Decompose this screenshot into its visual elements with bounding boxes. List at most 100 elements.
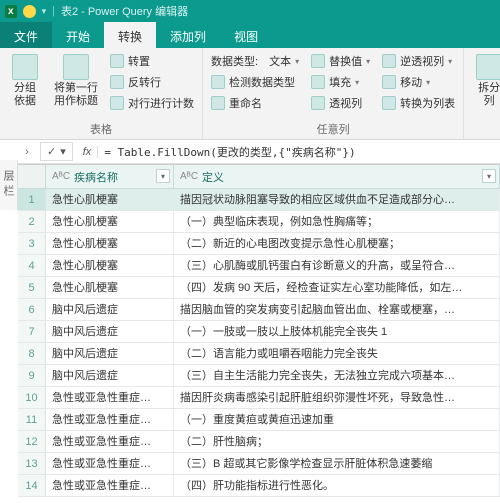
move-button[interactable]: 移动▾ (380, 73, 457, 91)
cell-name[interactable]: 脑中风后遗症 (46, 343, 174, 364)
formula-text[interactable]: = Table.FillDown(更改的类型,{"疾病名称"}) (104, 144, 500, 160)
row-header[interactable]: 5 (18, 277, 46, 298)
table-row[interactable]: 14急性或亚急性重症…（四）肝功能指标进行性恶化。 (18, 475, 500, 497)
table-row[interactable]: 9脑中风后遗症（三）自主生活能力完全丧失，无法独立完成六项基本… (18, 365, 500, 387)
split-icon (476, 54, 500, 80)
cell-def[interactable]: （四）发病 90 天后，经检查证实左心室功能降低，如左… (174, 277, 500, 298)
table-row[interactable]: 13急性或亚急性重症…（三）B 超或其它影像学检查显示肝脏体积急速萎缩 (18, 453, 500, 475)
detect-type-button[interactable]: 检测数据类型 (209, 73, 301, 91)
cell-def[interactable]: （一）典型临床表现，例如急性胸痛等； (174, 211, 500, 232)
menu-addcolumn[interactable]: 添加列 (156, 22, 220, 48)
cell-def[interactable]: 描因脑血管的突发病变引起脑血管出血、栓塞或梗塞，… (174, 299, 500, 320)
table-row[interactable]: 4急性心肌梗塞（三）心肌酶或肌钙蛋白有诊断意义的升高，或呈符合… (18, 255, 500, 277)
nav-chevron-icon[interactable]: › (18, 146, 36, 158)
grid-corner[interactable] (18, 165, 46, 188)
table-row[interactable]: 10急性或亚急性重症…描因肝炎病毒感染引起肝脏组织弥漫性坏死，导致急性… (18, 387, 500, 409)
cell-name[interactable]: 脑中风后遗症 (46, 365, 174, 386)
cell-def[interactable]: （三）心肌酶或肌钙蛋白有诊断意义的升高，或呈符合… (174, 255, 500, 276)
table-row[interactable]: 5急性心肌梗塞（四）发病 90 天后，经检查证实左心室功能降低，如左… (18, 277, 500, 299)
cell-def[interactable]: （二）语言能力或咀嚼吞咽能力完全丧失 (174, 343, 500, 364)
col-header-name[interactable]: AᴮC 疾病名称 ▾ (46, 165, 174, 188)
cell-name[interactable]: 脑中风后遗症 (46, 321, 174, 342)
ribbon: 分组 依据 将第一行 用作标题 转置 反转行 对行进行计数 表格 数据类型: 文… (0, 48, 500, 140)
cell-def[interactable]: （二）肝性脑病； (174, 431, 500, 452)
menu-file[interactable]: 文件 (0, 22, 52, 48)
row-header[interactable]: 1 (18, 189, 46, 210)
row-header[interactable]: 7 (18, 321, 46, 342)
replace-value-button[interactable]: 替换值▾ (309, 52, 372, 70)
use-first-row-button[interactable]: 将第一行 用作标题 (52, 52, 100, 110)
transpose-icon (110, 54, 124, 68)
menu-start[interactable]: 开始 (52, 22, 104, 48)
table-row[interactable]: 3急性心肌梗塞（二）新近的心电图改变提示急性心肌梗塞； (18, 233, 500, 255)
row-header[interactable]: 12 (18, 431, 46, 452)
data-grid: AᴮC 疾病名称 ▾ AᴮC 定义 ▾ 1急性心肌梗塞描因冠状动脉阻塞导致的相应… (18, 164, 500, 497)
tolist-icon (382, 96, 396, 110)
menu-view[interactable]: 视图 (220, 22, 272, 48)
count-rows-button[interactable]: 对行进行计数 (108, 94, 196, 112)
cell-name[interactable]: 急性心肌梗塞 (46, 255, 174, 276)
menu-transform[interactable]: 转换 (104, 22, 156, 48)
table-row[interactable]: 7脑中风后遗症（一）一肢或一肢以上肢体机能完全丧失 1 (18, 321, 500, 343)
cell-name[interactable]: 急性或亚急性重症… (46, 431, 174, 452)
cell-def[interactable]: （二）新近的心电图改变提示急性心肌梗塞； (174, 233, 500, 254)
cell-name[interactable]: 急性心肌梗塞 (46, 189, 174, 210)
cell-def[interactable]: （四）肝功能指标进行性恶化。 (174, 475, 500, 496)
row-header[interactable]: 14 (18, 475, 46, 496)
cell-name[interactable]: 急性心肌梗塞 (46, 233, 174, 254)
filter-dropdown-icon[interactable]: ▾ (156, 169, 170, 183)
formula-bar: › ✓▾ fx = Table.FillDown(更改的类型,{"疾病名称"}) (18, 140, 500, 164)
tolist-button[interactable]: 转换为列表 (380, 94, 457, 112)
cell-name[interactable]: 脑中风后遗症 (46, 299, 174, 320)
window-title: 表2 - Power Query 编辑器 (61, 3, 188, 19)
ribbon-group-table: 分组 依据 将第一行 用作标题 转置 反转行 对行进行计数 表格 (0, 48, 203, 139)
split-col-button[interactable]: 拆分 列 (470, 52, 500, 110)
unpivot-button[interactable]: 逆透视列▾ (380, 52, 457, 70)
cell-name[interactable]: 急性或亚急性重症… (46, 453, 174, 474)
row-header[interactable]: 10 (18, 387, 46, 408)
cell-name[interactable]: 急性心肌梗塞 (46, 211, 174, 232)
table-row[interactable]: 1急性心肌梗塞描因冠状动脉阻塞导致的相应区域供血不足造成部分心… (18, 189, 500, 211)
datatype-button[interactable]: 数据类型: 文本▾ (209, 52, 301, 70)
cell-name[interactable]: 急性或亚急性重症… (46, 387, 174, 408)
row-header[interactable]: 13 (18, 453, 46, 474)
table-row[interactable]: 8脑中风后遗症（二）语言能力或咀嚼吞咽能力完全丧失 (18, 343, 500, 365)
row-header[interactable]: 8 (18, 343, 46, 364)
cell-def[interactable]: 描因肝炎病毒感染引起肝脏组织弥漫性坏死，导致急性… (174, 387, 500, 408)
grid-header: AᴮC 疾病名称 ▾ AᴮC 定义 ▾ (18, 165, 500, 189)
filter-dropdown-icon[interactable]: ▾ (482, 169, 496, 183)
row-header[interactable]: 3 (18, 233, 46, 254)
excel-icon: x (5, 5, 17, 18)
table-row[interactable]: 2急性心肌梗塞（一）典型临床表现，例如急性胸痛等； (18, 211, 500, 233)
cell-def[interactable]: （一）一肢或一肢以上肢体机能完全丧失 1 (174, 321, 500, 342)
table-row[interactable]: 11急性或亚急性重症…（一）重度黄疸或黄疸迅速加重 (18, 409, 500, 431)
pivot-button[interactable]: 透视列 (309, 94, 372, 112)
side-panel-label[interactable]: 层栏 (0, 160, 18, 210)
cell-def[interactable]: （三）自主生活能力完全丧失，无法独立完成六项基本… (174, 365, 500, 386)
col-header-def[interactable]: AᴮC 定义 ▾ (174, 165, 500, 188)
row-header[interactable]: 2 (18, 211, 46, 232)
transpose-button[interactable]: 转置 (108, 52, 196, 70)
reverse-rows-button[interactable]: 反转行 (108, 73, 196, 91)
type-icon: AᴮC (52, 171, 70, 182)
cell-name[interactable]: 急性或亚急性重症… (46, 409, 174, 430)
fill-button[interactable]: 填充▾ (309, 73, 372, 91)
cell-name[interactable]: 急性心肌梗塞 (46, 277, 174, 298)
table-row[interactable]: 6脑中风后遗症描因脑血管的突发病变引起脑血管出血、栓塞或梗塞，… (18, 299, 500, 321)
cell-def[interactable]: （一）重度黄疸或黄疸迅速加重 (174, 409, 500, 430)
unpivot-icon (382, 54, 396, 68)
row-header[interactable]: 4 (18, 255, 46, 276)
row-header[interactable]: 11 (18, 409, 46, 430)
cell-name[interactable]: 急性或亚急性重症… (46, 475, 174, 496)
group-by-button[interactable]: 分组 依据 (6, 52, 44, 110)
qat-dropdown-icon[interactable]: ▾ (42, 6, 47, 17)
table-row[interactable]: 12急性或亚急性重症…（二）肝性脑病； (18, 431, 500, 453)
cell-def[interactable]: 描因冠状动脉阻塞导致的相应区域供血不足造成部分心… (174, 189, 500, 210)
menu-bar: 文件 开始 转换 添加列 视图 (0, 22, 500, 48)
row-header[interactable]: 6 (18, 299, 46, 320)
rename-button[interactable]: 重命名 (209, 94, 301, 112)
accept-button[interactable]: ✓▾ (40, 142, 73, 161)
row-header[interactable]: 9 (18, 365, 46, 386)
cell-def[interactable]: （三）B 超或其它影像学检查显示肝脏体积急速萎缩 (174, 453, 500, 474)
groupby-icon (12, 54, 38, 80)
